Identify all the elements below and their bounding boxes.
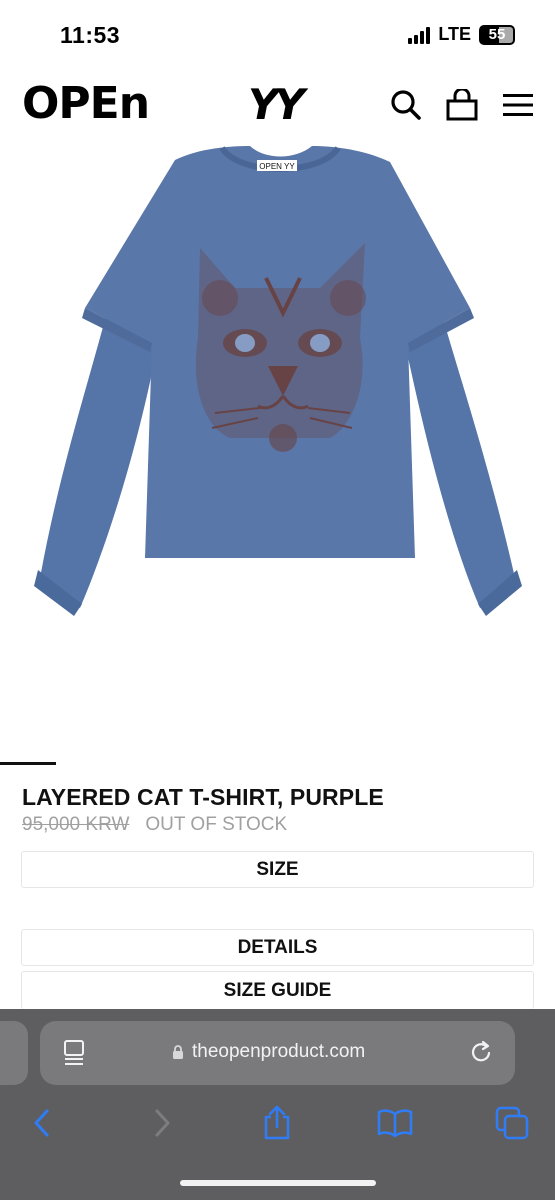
browser-bottom-bar: theopenproduct.com	[0, 1009, 555, 1200]
shirt-label-text: OPEN YY	[259, 162, 295, 171]
url-display[interactable]: theopenproduct.com	[172, 1041, 365, 1063]
site-header: OPEn YY	[0, 78, 555, 138]
lock-icon	[173, 1044, 183, 1059]
menu-icon[interactable]	[501, 88, 535, 122]
battery-icon: 55	[479, 24, 515, 45]
brand-logo-open[interactable]: OPEn	[22, 78, 150, 129]
previous-tab-preview[interactable]	[0, 1021, 28, 1085]
battery-level: 55	[488, 26, 506, 43]
home-indicator	[180, 1180, 376, 1186]
details-accordion[interactable]: DETAILS	[21, 929, 534, 966]
forward-icon[interactable]	[142, 1103, 182, 1143]
size-guide-accordion[interactable]: SIZE GUIDE	[21, 971, 534, 1009]
share-icon[interactable]	[257, 1103, 297, 1143]
network-type: LTE	[438, 24, 471, 44]
back-icon[interactable]	[22, 1103, 62, 1143]
status-bar: 11:53 LTE 55	[0, 0, 555, 70]
stock-status: OUT OF STOCK	[145, 814, 288, 835]
reload-icon[interactable]	[469, 1039, 495, 1072]
search-icon[interactable]	[389, 88, 423, 122]
status-time: 11:53	[60, 22, 121, 48]
size-selector[interactable]: SIZE	[21, 851, 534, 888]
signal-icon	[408, 26, 431, 44]
header-icons	[389, 88, 535, 122]
product-title: LAYERED CAT T-SHIRT, PURPLE	[22, 784, 384, 810]
bag-icon[interactable]	[445, 88, 479, 122]
address-bar[interactable]: theopenproduct.com	[40, 1021, 515, 1085]
product-price: 95,000 KRW	[22, 814, 130, 835]
tabs-icon[interactable]	[492, 1103, 532, 1143]
price-row: 95,000 KRW OUT OF STOCK	[22, 814, 287, 836]
browser-toolbar	[0, 1103, 555, 1143]
status-indicators: LTE 55	[408, 24, 515, 45]
image-slide-indicator	[0, 762, 56, 765]
product-image[interactable]: OPEN YY	[30, 138, 530, 628]
reader-mode-icon[interactable]	[62, 1039, 88, 1072]
bookmarks-icon[interactable]	[375, 1103, 415, 1143]
url-text: theopenproduct.com	[192, 1041, 366, 1062]
brand-logo-yy[interactable]: YY	[248, 80, 305, 129]
